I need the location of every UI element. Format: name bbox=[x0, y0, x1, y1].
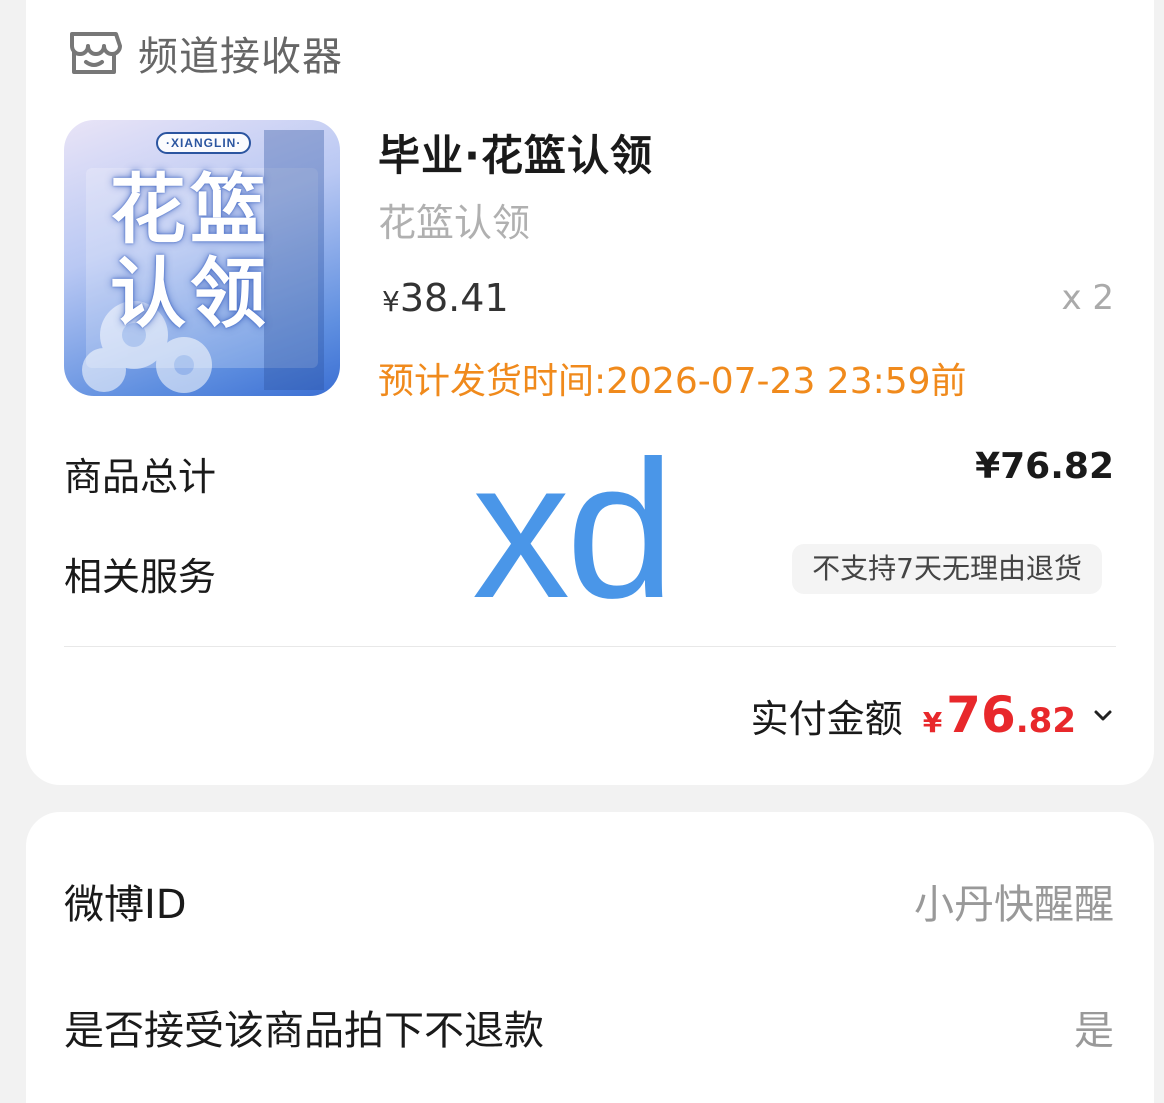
product-image-title-line1: 花篮 bbox=[110, 165, 270, 254]
total-paid-symbol: ¥ bbox=[922, 706, 943, 739]
product-title[interactable]: 毕业·花篮认领 bbox=[378, 122, 653, 183]
store-icon bbox=[70, 32, 122, 74]
product-spec: 花篮认领 bbox=[378, 201, 531, 245]
no-refund-value: 是 bbox=[1074, 1008, 1114, 1054]
watermark-text: xd bbox=[472, 420, 675, 639]
weibo-id-label: 微博ID bbox=[64, 882, 187, 928]
service-tag: 不支持7天无理由退货 bbox=[792, 544, 1102, 594]
product-price: ¥38.41 bbox=[382, 276, 509, 320]
subtotal-value: ¥76.82 bbox=[975, 446, 1114, 487]
product-price-value: 38.41 bbox=[399, 276, 509, 320]
chevron-down-icon[interactable] bbox=[1092, 704, 1114, 726]
total-paid-row[interactable]: 实付金额 ¥ 76 .82 bbox=[751, 686, 1114, 744]
shop-name: 频道接收器 bbox=[138, 34, 343, 80]
product-price-symbol: ¥ bbox=[382, 285, 400, 318]
product-image[interactable]: ·XIANGLIN· 花篮 认领 bbox=[64, 120, 340, 396]
ship-time: 预计发货时间:2026-07-23 23:59前 bbox=[378, 361, 967, 402]
total-paid-decimal: .82 bbox=[1015, 701, 1076, 741]
subtotal-label: 商品总计 bbox=[64, 455, 217, 499]
total-paid-label: 实付金额 bbox=[750, 697, 903, 741]
order-card: 频道接收器 ·XIANGLIN· 花篮 认领 毕业·花篮认领 花篮认领 ¥38.… bbox=[26, 0, 1154, 785]
order-info-card: 微博ID 小丹快醒醒 是否接受该商品拍下不退款 是 bbox=[26, 812, 1154, 1103]
service-label: 相关服务 bbox=[64, 555, 217, 599]
total-paid-integer: 76 bbox=[946, 686, 1016, 744]
product-image-title-line2: 认领 bbox=[110, 249, 270, 338]
weibo-id-value: 小丹快醒醒 bbox=[914, 882, 1114, 928]
shop-header[interactable]: 频道接收器 bbox=[66, 28, 343, 80]
divider bbox=[64, 646, 1116, 647]
product-image-title: 花篮 认领 bbox=[110, 168, 290, 336]
no-refund-label: 是否接受该商品拍下不退款 bbox=[64, 1008, 544, 1054]
product-image-badge: ·XIANGLIN· bbox=[156, 132, 252, 154]
order-detail-page: 频道接收器 ·XIANGLIN· 花篮 认领 毕业·花篮认领 花篮认领 ¥38.… bbox=[0, 0, 1164, 1103]
product-quantity: x 2 bbox=[1061, 278, 1114, 318]
